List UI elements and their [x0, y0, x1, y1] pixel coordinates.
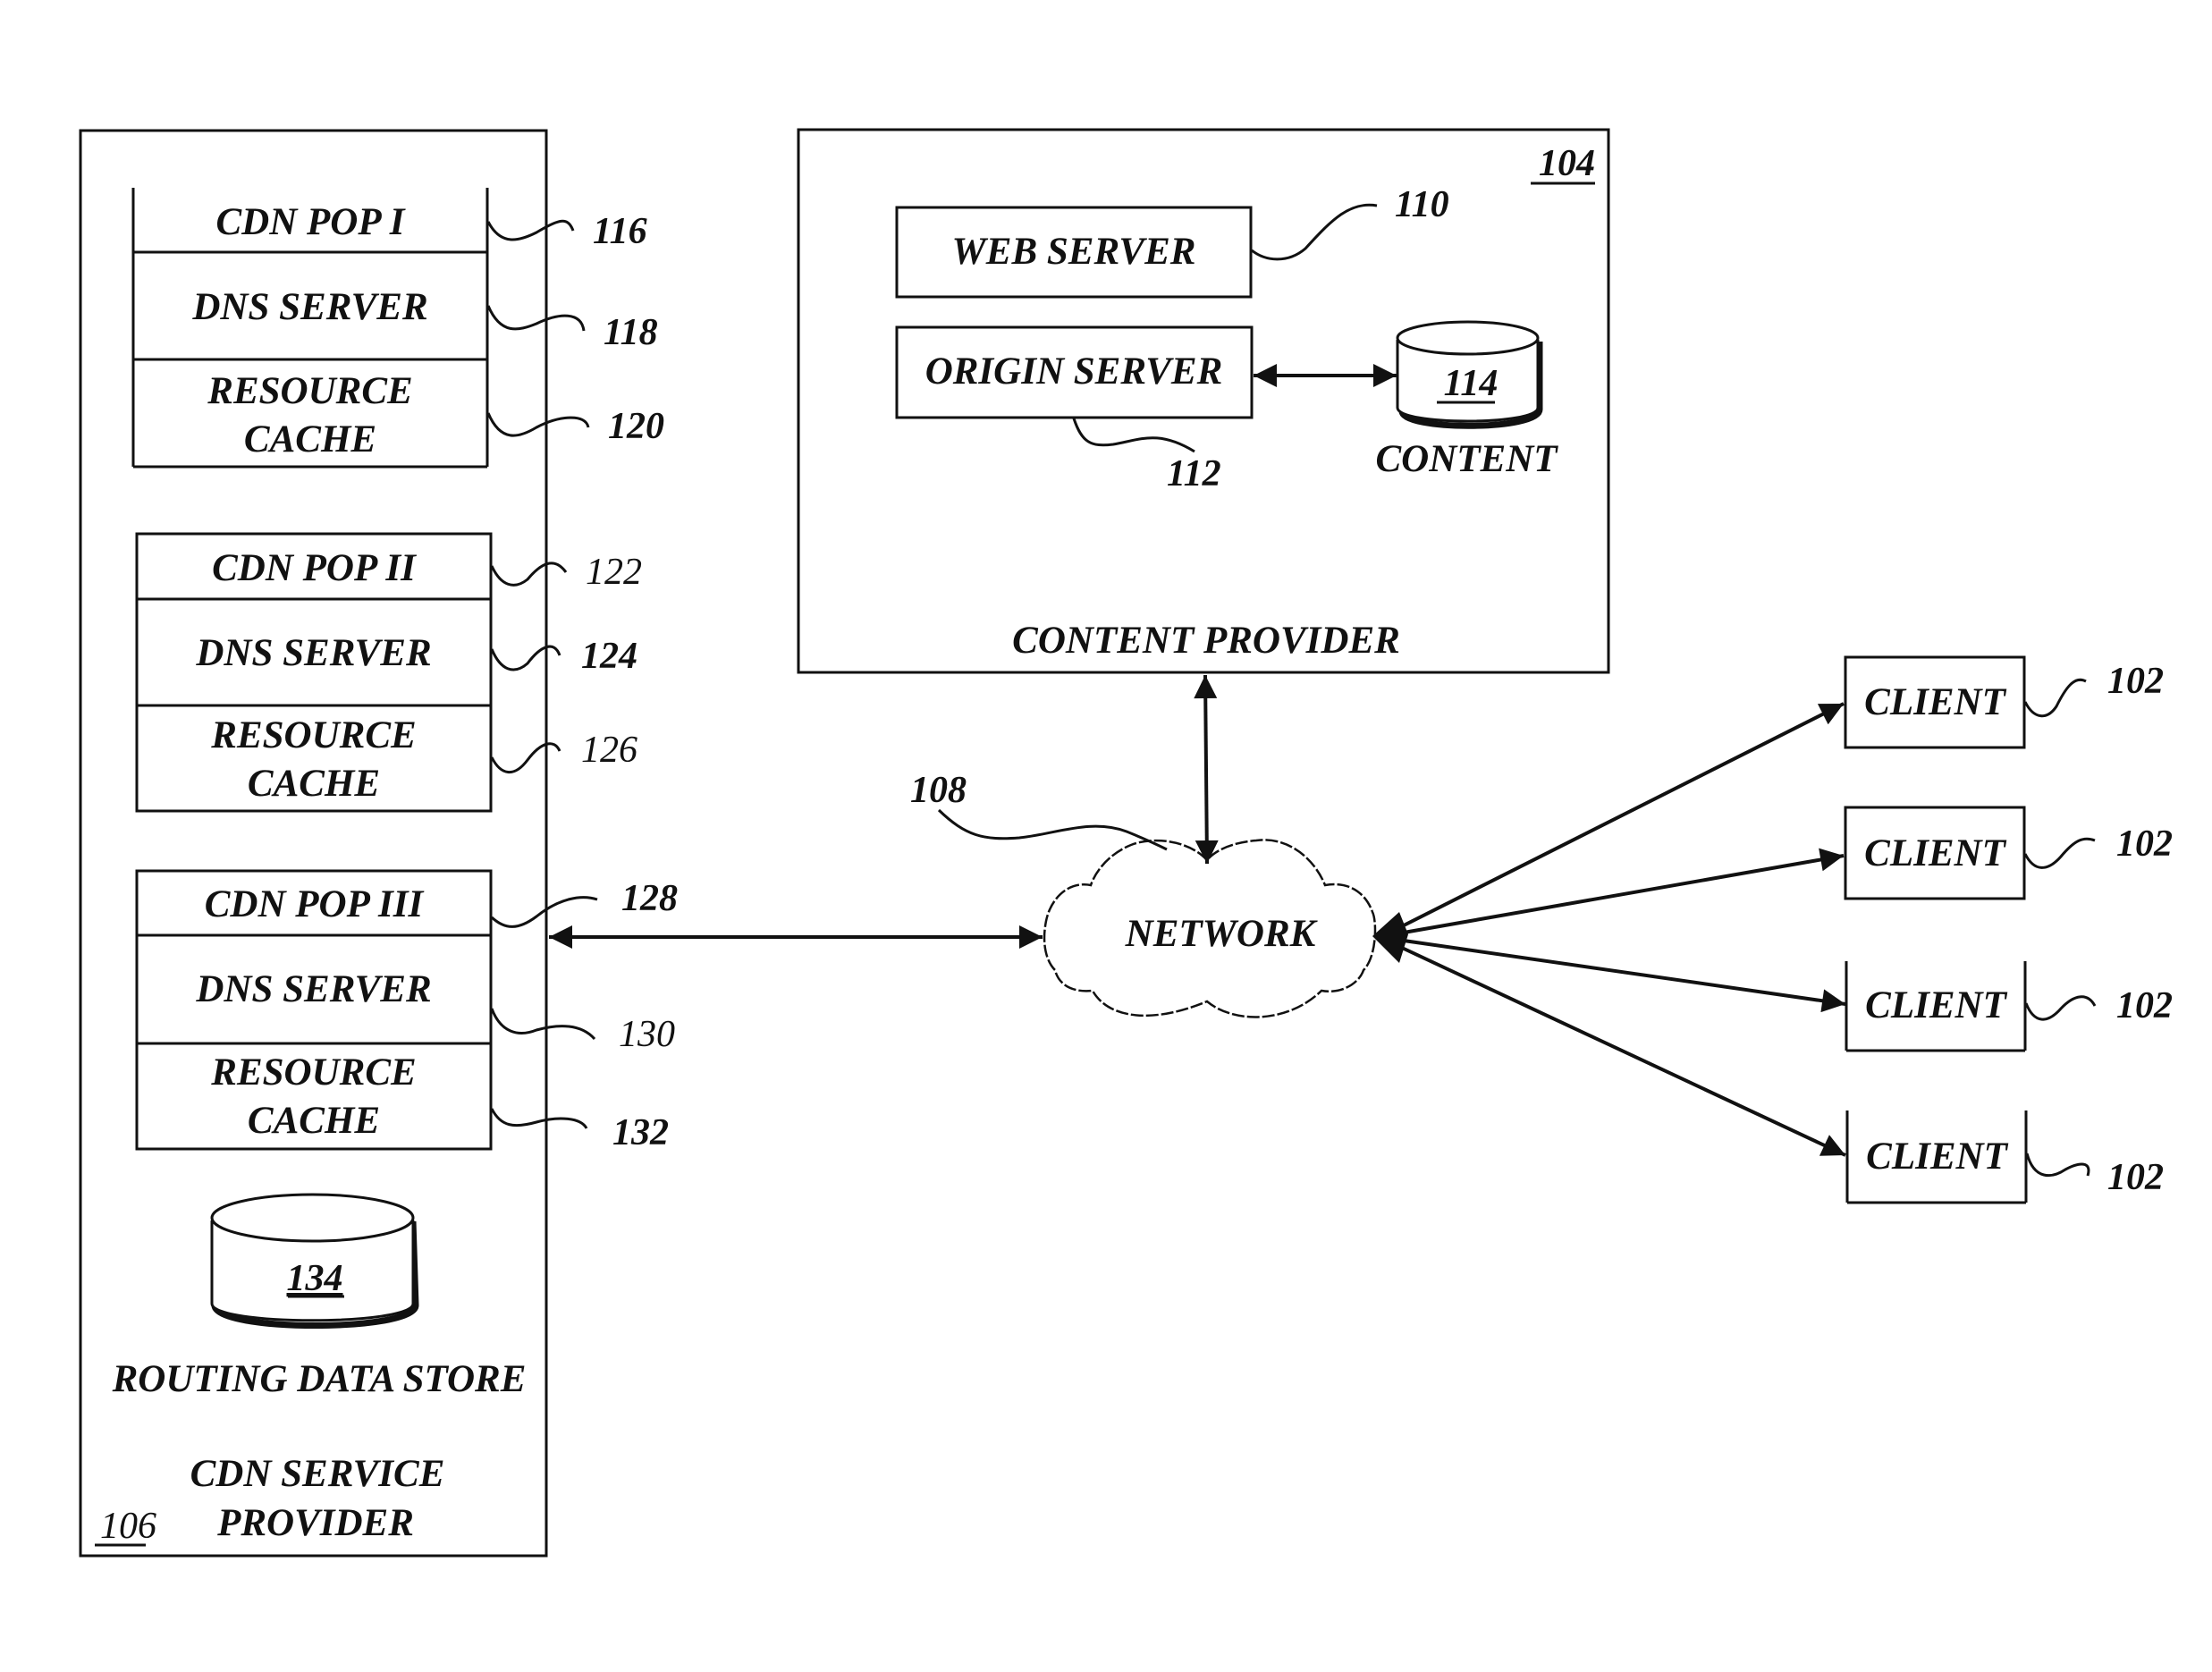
content-provider-network-arrow	[1194, 674, 1219, 865]
cdn-pop-3: CDN POP III DNS SERVER RESOURCE CACHE 12…	[135, 869, 678, 1153]
cdn-provider-title-line1: CDN SERVICE	[190, 1453, 445, 1495]
ref-104: 104	[1539, 143, 1595, 184]
ref-134: 134	[287, 1258, 343, 1299]
pop-1-dns-server: DNS SERVER	[191, 286, 427, 328]
network: NETWORK 108	[910, 770, 1377, 1018]
ref-102: 102	[2116, 985, 2173, 1026]
leader-line	[2025, 1153, 2090, 1177]
client-2-label: CLIENT	[1864, 832, 2006, 874]
cdn-provider-title-line2: PROVIDER	[216, 1502, 414, 1544]
pop-1-cache-line1: RESOURCE	[207, 370, 412, 412]
pop-2-dns-server: DNS SERVER	[195, 632, 431, 674]
ref-132: 132	[612, 1112, 669, 1153]
ref-130: 130	[619, 1014, 675, 1055]
client-4-label: CLIENT	[1866, 1136, 2008, 1178]
network-client-3-arrow	[1403, 939, 1846, 1013]
ref-118: 118	[604, 312, 658, 353]
leader-line	[2023, 678, 2087, 718]
cdn-service-provider: CDN POP I DNS SERVER RESOURCE CACHE 116 …	[79, 129, 678, 1558]
clients: CLIENT 102 CLIENT 102 CLIENT 102 CLIENT	[1372, 655, 2173, 1204]
client-1-label: CLIENT	[1864, 681, 2006, 723]
pop-3-cache-line1: RESOURCE	[210, 1051, 416, 1094]
origin-server-label: ORIGIN SERVER	[925, 350, 1223, 393]
ref-102: 102	[2116, 823, 2173, 865]
ref-120: 120	[608, 406, 664, 447]
routing-data-store-label: ROUTING DATA STORE	[112, 1358, 527, 1400]
ref-108: 108	[910, 770, 967, 811]
pop-3-cache-line2: CACHE	[248, 1100, 380, 1142]
pop-2-cache-line1: RESOURCE	[210, 714, 416, 756]
leader-line	[2024, 995, 2097, 1021]
network-label: NETWORK	[1125, 913, 1319, 955]
ref-124: 124	[581, 636, 637, 677]
ref-110: 110	[1395, 184, 1449, 225]
ref-106: 106	[100, 1506, 156, 1547]
ref-126: 126	[581, 730, 637, 771]
content-provider-title: CONTENT PROVIDER	[1012, 620, 1400, 662]
client-2: CLIENT 102	[1844, 806, 2173, 900]
system-diagram: CDN POP I DNS SERVER RESOURCE CACHE 116 …	[79, 128, 2173, 1558]
network-client-arrowhead	[1372, 912, 1408, 963]
content-store: 114 CONTENT	[1375, 320, 1558, 480]
ref-122: 122	[586, 552, 642, 593]
ref-128: 128	[621, 878, 678, 919]
network-client-4-arrow	[1401, 946, 1846, 1157]
ref-112: 112	[1167, 453, 1221, 494]
pop-1-cache-line2: CACHE	[244, 418, 376, 460]
pop-2-cache-line2: CACHE	[248, 763, 380, 805]
pop-3-name: CDN POP III	[205, 883, 425, 925]
cdn-pop-1: CDN POP I DNS SERVER RESOURCE CACHE 116 …	[131, 188, 664, 469]
content-provider: 104 WEB SERVER 110 ORIGIN SERVER 112 114…	[797, 128, 1610, 674]
client-4: CLIENT 102	[1845, 1110, 2164, 1204]
ref-116: 116	[593, 211, 647, 252]
leader-line	[2023, 837, 2096, 869]
client-1: CLIENT 102	[1844, 655, 2164, 749]
client-3: CLIENT 102	[1845, 961, 2173, 1052]
web-server-label: WEB SERVER	[952, 231, 1196, 273]
client-3-label: CLIENT	[1865, 984, 2007, 1026]
cdn-pop-2: CDN POP II DNS SERVER RESOURCE CACHE 122…	[135, 532, 642, 813]
ref-102: 102	[2107, 661, 2164, 702]
ref-114: 114	[1444, 363, 1499, 404]
content-store-label: CONTENT	[1375, 438, 1558, 480]
pop-3-dns-server: DNS SERVER	[195, 968, 431, 1010]
pop-2-name: CDN POP II	[212, 547, 417, 589]
ref-102: 102	[2107, 1157, 2164, 1198]
pop-1-name: CDN POP I	[215, 201, 405, 243]
